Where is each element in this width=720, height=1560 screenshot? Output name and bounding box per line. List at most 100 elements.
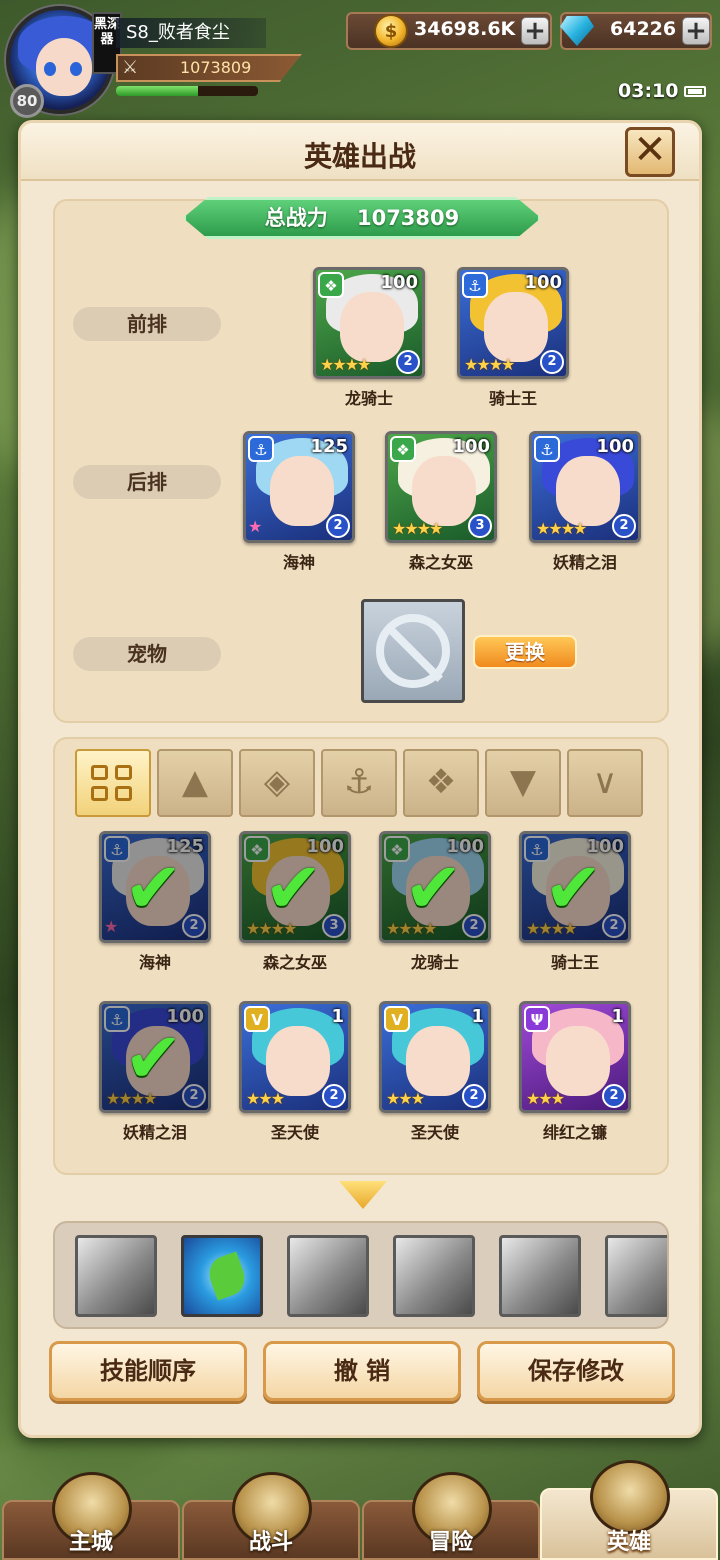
hero-portrait-face	[412, 456, 476, 526]
skill-order-bar	[53, 1221, 669, 1329]
close-button[interactable]: ✕	[625, 127, 675, 177]
add-gold-button[interactable]: +	[521, 17, 549, 45]
change-pet-button[interactable]: 更换	[473, 635, 577, 669]
skill-slot-1[interactable]	[75, 1235, 157, 1317]
hero-portrait-face	[484, 292, 548, 362]
skill-order-button[interactable]: 技能顺序	[49, 1341, 247, 1401]
hero-card[interactable]: V 1 ★★★ 2	[239, 1001, 351, 1113]
hero-card[interactable]: ❖ 100 ★★★★ 2 ✔	[379, 831, 491, 943]
save-changes-button[interactable]: 保存修改	[477, 1341, 675, 1401]
hero-card[interactable]: V 1 ★★★ 2	[379, 1001, 491, 1113]
gold-amount: 34698.6K	[414, 18, 516, 40]
hero-portrait-face	[270, 456, 334, 526]
hero-card[interactable]: ⚓ 125 ★ 2 ✔	[99, 831, 211, 943]
hero-name: 海神	[282, 553, 315, 572]
pet-slot[interactable]	[361, 599, 465, 703]
hero-deploy-panel: 英雄出战 ✕ 总战力 1073809 前排 后排 宠物 ❖ 100 ★★★★ 2…	[18, 120, 702, 1438]
scroll-down-arrow-icon[interactable]	[339, 1181, 387, 1209]
hero-level: 1	[331, 1006, 344, 1027]
nav-main-city[interactable]: 主城	[2, 1472, 180, 1560]
skill-slot-3[interactable]	[287, 1235, 369, 1317]
awaken-badge: 2	[602, 1084, 626, 1108]
hero-name: 森之女巫	[262, 953, 327, 972]
hero-card[interactable]: ⚓ 100 ★★★★ 2	[529, 431, 641, 543]
undo-button[interactable]: 撤 销	[263, 1341, 461, 1401]
hero-portrait-face	[406, 1026, 470, 1096]
light-filter-icon: ▼	[509, 762, 537, 802]
hero-stars: ★★★★	[536, 519, 587, 538]
hero-card[interactable]: Ψ 1 ★★★ 2	[519, 1001, 631, 1113]
hero-level: 100	[452, 436, 490, 457]
beast-class-icon: ❖	[390, 436, 416, 462]
hero-stars: ★★★	[526, 1089, 565, 1108]
hero-card[interactable]: ❖ 100 ★★★★ 3 ✔	[239, 831, 351, 943]
hero-card[interactable]: ⚓ 125 ★ 2	[243, 431, 355, 543]
dark-class-icon: Ψ	[524, 1006, 550, 1032]
player-name: S8_败者食尘	[116, 18, 266, 48]
hero-name: 圣天使	[270, 1123, 319, 1142]
player-level-badge: 80	[10, 84, 44, 118]
avatar-eye-right	[70, 62, 82, 76]
water-class-icon: ⚓	[248, 436, 274, 462]
skill-slot-2[interactable]	[181, 1235, 263, 1317]
hero-name: 圣天使	[410, 1123, 459, 1142]
hero-stars: ★★★★	[320, 355, 371, 374]
total-power-label: 总战力	[264, 206, 328, 230]
filter-tab-light[interactable]: ▼	[485, 749, 561, 817]
nav-adventure[interactable]: 冒险	[362, 1472, 540, 1560]
nav-battle-label: 战斗	[248, 1530, 293, 1555]
front-row-label: 前排	[73, 307, 221, 341]
filter-tab-faction-2[interactable]: ◈	[239, 749, 315, 817]
hero-name: 龙骑士	[410, 953, 459, 972]
water-filter-icon: ⚓	[343, 762, 375, 802]
hero-name: 龙骑士	[344, 389, 393, 408]
bottom-navigation: 主城 战斗 冒险 英雄	[0, 1460, 720, 1560]
battery-icon	[684, 86, 706, 97]
filter-tab-beast[interactable]: ❖	[403, 749, 479, 817]
hero-level: 100	[524, 272, 562, 293]
no-pet-icon	[376, 614, 450, 688]
faction-2-filter-icon: ◈	[263, 762, 291, 802]
nav-main-city-label: 主城	[68, 1530, 113, 1555]
light-class-icon: V	[384, 1006, 410, 1032]
add-gems-button[interactable]: +	[682, 17, 710, 45]
hero-card[interactable]: ⚓ 100 ★★★★ 2 ✔	[519, 831, 631, 943]
hero-card[interactable]: ❖ 100 ★★★★ 3	[385, 431, 497, 543]
skill-slot-6[interactable]	[605, 1235, 667, 1317]
hero-portrait-face	[266, 1026, 330, 1096]
filter-tab-dark[interactable]: ∨	[567, 749, 643, 817]
filter-tab-water[interactable]: ⚓	[321, 749, 397, 817]
filter-tab-all[interactable]	[75, 749, 151, 817]
pet-row-label: 宠物	[73, 637, 221, 671]
hero-stars: ★★★★	[392, 519, 443, 538]
nav-battle[interactable]: 战斗	[182, 1472, 360, 1560]
awaken-badge: 2	[462, 1084, 486, 1108]
awaken-badge: 2	[322, 1084, 346, 1108]
dark-filter-icon: ∨	[592, 762, 618, 802]
hero-level: 100	[596, 436, 634, 457]
checkmark-icon: ✔	[264, 847, 323, 929]
hero-card[interactable]: ⚓ 100 ★★★★ 2	[457, 267, 569, 379]
skill-slot-5[interactable]	[499, 1235, 581, 1317]
hero-name: 妖精之泪	[552, 553, 617, 572]
checkmark-icon: ✔	[124, 1017, 183, 1099]
leaf-skill-icon	[204, 1251, 250, 1301]
hero-level: 125	[310, 436, 348, 457]
total-power-value: 1073809	[356, 206, 460, 230]
skill-slot-4[interactable]	[393, 1235, 475, 1317]
filter-tab-faction-1[interactable]: ▲	[157, 749, 233, 817]
hero-portrait-face	[546, 1026, 610, 1096]
hero-name: 骑士王	[550, 953, 599, 972]
beast-filter-icon: ❖	[425, 762, 457, 802]
hero-stars: ★★★	[246, 1089, 285, 1108]
gem-amount: 64226	[610, 18, 677, 40]
grid-all-icon	[91, 765, 135, 803]
hero-card[interactable]: ❖ 100 ★★★★ 2	[313, 267, 425, 379]
rainbow-star-icon: ★	[248, 517, 263, 536]
nav-heroes[interactable]: 英雄	[540, 1460, 718, 1560]
hero-name: 森之女巫	[408, 553, 473, 572]
checkmark-icon: ✔	[404, 847, 463, 929]
hero-card[interactable]: ⚓ 100 ★★★★ 2 ✔	[99, 1001, 211, 1113]
hero-stars: ★★★	[386, 1089, 425, 1108]
panel-header: 英雄出战 ✕	[21, 123, 699, 181]
